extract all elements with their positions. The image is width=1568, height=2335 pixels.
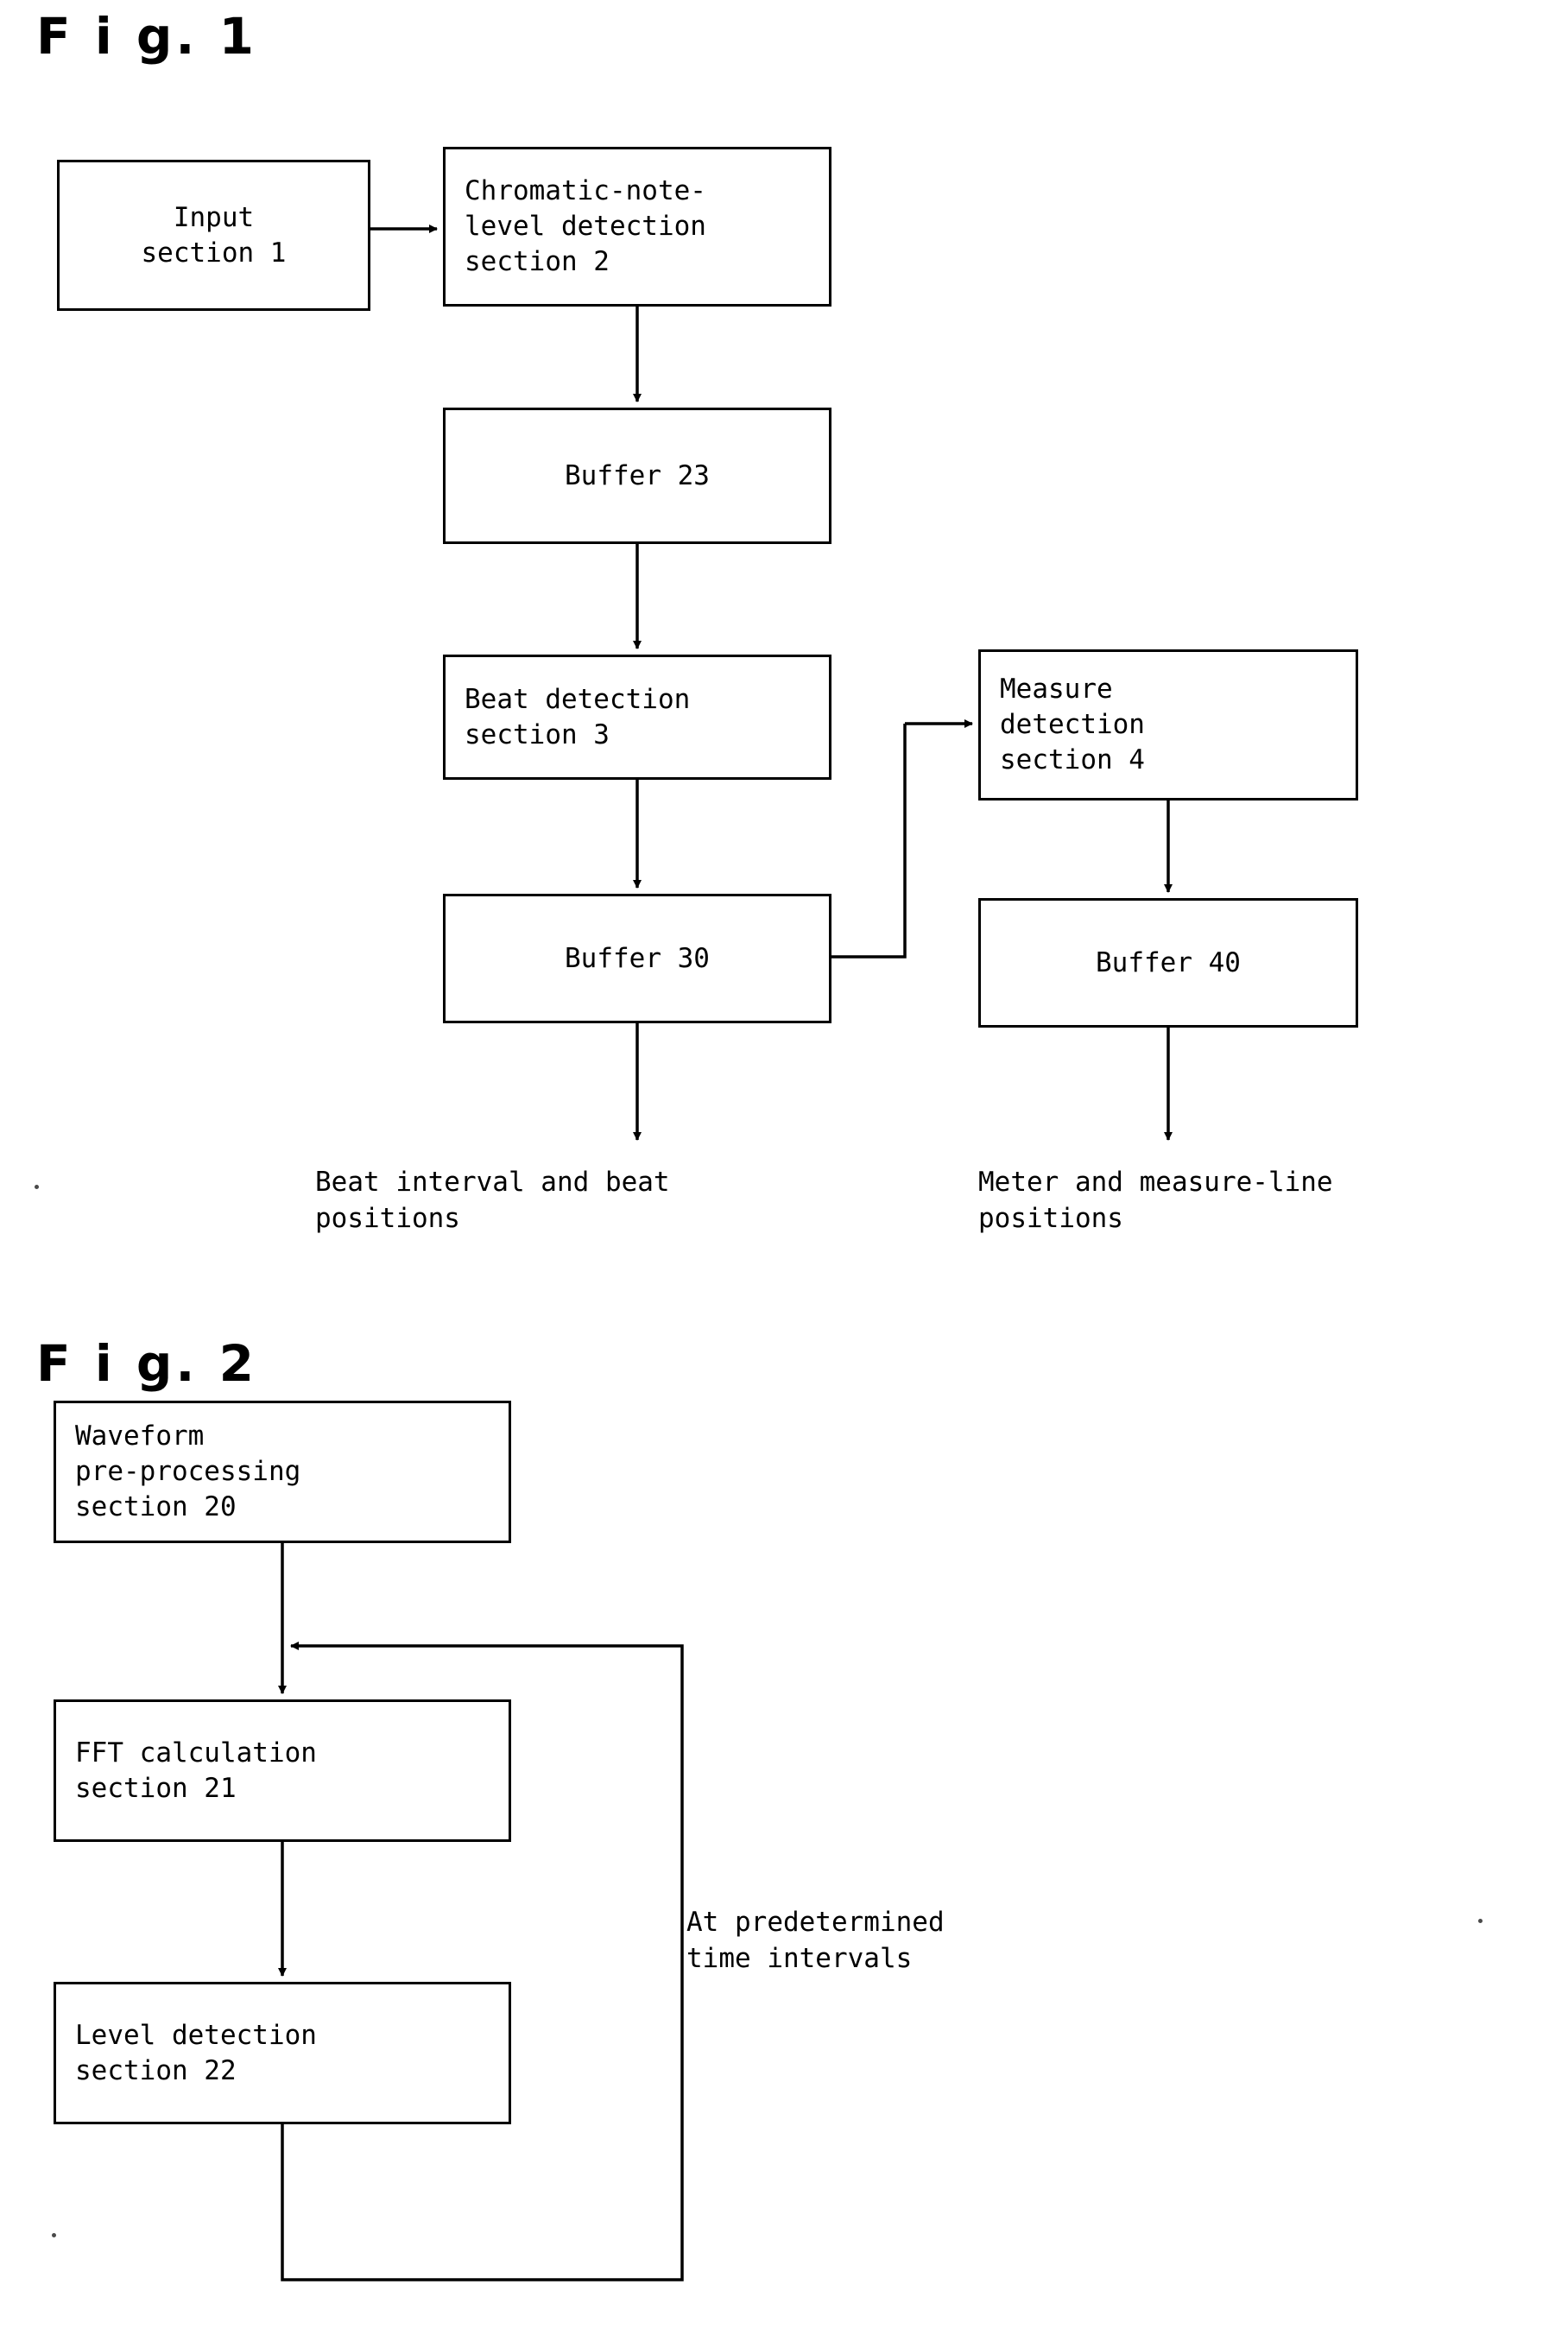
waveform-pre-processing-box: Waveform pre-processing section 20 bbox=[54, 1401, 511, 1543]
buffer-23-box-label: Buffer 23 bbox=[565, 459, 710, 491]
chromatic-note-level-detection-box-label: Chromatic-note- level detection section … bbox=[465, 175, 706, 277]
measure-detection-section-box: Measure detection section 4 bbox=[978, 649, 1358, 800]
page-speck-right bbox=[1478, 1919, 1483, 1923]
buffer-23-box: Buffer 23 bbox=[443, 408, 831, 544]
input-section-box: Input section 1 bbox=[57, 160, 370, 311]
level-detection-box-label: Level detection section 22 bbox=[75, 2019, 317, 2086]
beat-detection-section-box-label: Beat detection section 3 bbox=[465, 683, 691, 750]
fft-calculation-box-label: FFT calculation section 21 bbox=[75, 1737, 317, 1804]
buffer-30-box: Buffer 30 bbox=[443, 894, 831, 1023]
time-interval-caption: At predetermined time intervals bbox=[686, 1907, 945, 1975]
figure-2-label: F i g. 2 bbox=[36, 1334, 257, 1393]
meter-output-caption: Meter and measure-line positions bbox=[978, 1167, 1333, 1235]
buffer-40-box-label: Buffer 40 bbox=[1096, 946, 1241, 978]
figure-1-label: F i g. 1 bbox=[36, 7, 257, 66]
beat-detection-section-box: Beat detection section 3 bbox=[443, 655, 831, 780]
page-speck-left bbox=[35, 1185, 39, 1189]
input-section-box-label: Input section 1 bbox=[141, 201, 287, 269]
fft-calculation-box: FFT calculation section 21 bbox=[54, 1699, 511, 1842]
measure-detection-section-box-label: Measure detection section 4 bbox=[1000, 674, 1145, 775]
beat-output-caption: Beat interval and beat positions bbox=[315, 1167, 670, 1235]
buffer-30-box-label: Buffer 30 bbox=[565, 942, 710, 974]
level-detection-box: Level detection section 22 bbox=[54, 1982, 511, 2124]
page-speck-bottom bbox=[52, 2233, 56, 2237]
chromatic-note-level-detection-box: Chromatic-note- level detection section … bbox=[443, 147, 831, 307]
waveform-pre-processing-box-label: Waveform pre-processing section 20 bbox=[75, 1421, 301, 1522]
buffer-40-box: Buffer 40 bbox=[978, 898, 1358, 1028]
